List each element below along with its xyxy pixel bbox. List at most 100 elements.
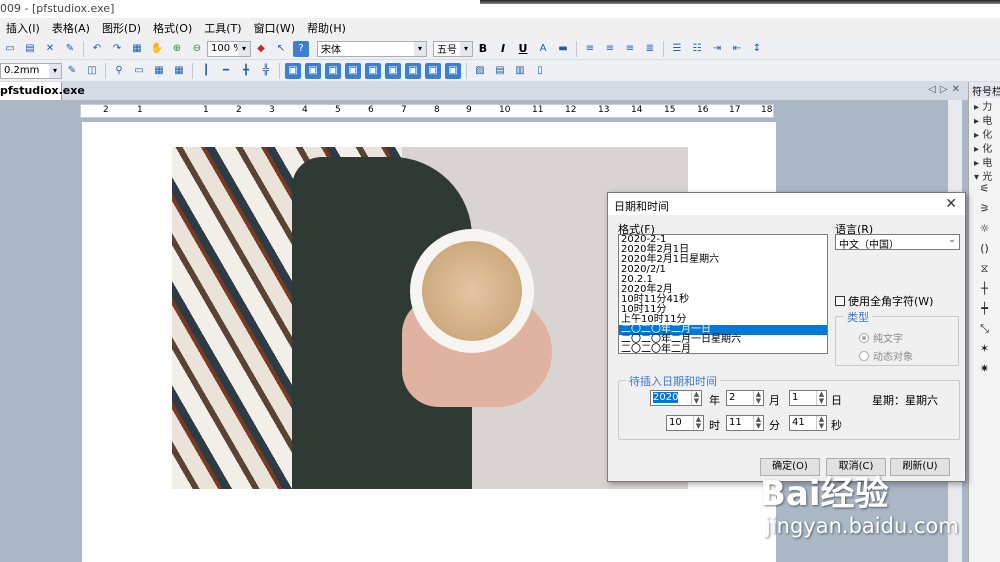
help-icon[interactable]: ? <box>293 40 309 57</box>
symbol-cross-icon[interactable]: ┼ <box>969 282 1000 302</box>
lock-shape-icon[interactable]: ▣ <box>425 62 441 79</box>
symbol-light-icon[interactable]: ⚟ <box>969 182 1000 202</box>
font-size-select[interactable]: 五号 ▾ <box>433 40 473 57</box>
grid-icon[interactable]: ▦ <box>151 63 167 79</box>
radio-dot[interactable] <box>859 350 869 361</box>
minute-spinner[interactable]: 11 ▲ ▼ <box>726 415 764 431</box>
back-shape-icon[interactable]: ▣ <box>385 62 401 79</box>
format-list[interactable]: 2020-2-1 2020年2月1日 2020年2月1日星期六 2020/2/1… <box>618 234 828 354</box>
pen-color-icon[interactable]: ✎ <box>64 63 80 79</box>
justify-icon[interactable]: ≣ <box>642 41 658 57</box>
front-shape-icon[interactable]: ▣ <box>365 62 381 79</box>
refresh-button[interactable]: 刷新(U) <box>890 458 950 476</box>
day-spinner[interactable]: 1 ▲ ▼ <box>789 390 827 406</box>
zoom-select[interactable]: 100 % ▾ <box>207 40 251 57</box>
underline-button[interactable]: U <box>515 42 531 55</box>
symbol-category[interactable]: ▸ 化 <box>969 140 1000 154</box>
menu-item-insert[interactable]: 插入(I) <box>0 20 46 36</box>
align-center-icon[interactable]: ≡ <box>602 41 618 57</box>
spinner-arrows-icon[interactable]: ▲ ▼ <box>816 416 826 430</box>
table-col-icon[interactable]: ┃ <box>198 63 214 79</box>
highlight-icon[interactable]: ▬ <box>555 41 571 57</box>
indent-icon[interactable]: ⇥ <box>709 41 725 57</box>
close-icon[interactable]: ✕ <box>945 196 957 212</box>
spinner-arrows-icon[interactable]: ▲ ▼ <box>753 416 763 430</box>
undo-icon[interactable]: ↶ <box>89 41 105 57</box>
symbol-lens-icon[interactable]: () <box>969 242 1000 262</box>
month-spinner[interactable]: 2 ▲ ▼ <box>726 390 764 406</box>
spinner-arrows-icon[interactable]: ▲ ▼ <box>693 416 703 430</box>
column-icon[interactable]: ▥ <box>512 63 528 79</box>
spinner-arrows-icon[interactable]: ▲ ▼ <box>691 391 701 405</box>
page-icon[interactable]: ▯ <box>532 63 548 79</box>
checkbox-box[interactable] <box>835 296 845 306</box>
menu-item-window[interactable]: 窗口(W) <box>248 20 301 36</box>
fill-icon[interactable]: ◫ <box>84 63 100 79</box>
spinner-arrows-icon[interactable]: ▲ ▼ <box>816 391 826 405</box>
symbol-diagonal-icon[interactable]: ⤡ <box>969 322 1000 342</box>
symbol-sun-icon[interactable]: ☼ <box>969 222 1000 242</box>
italic-button[interactable]: I <box>495 42 511 55</box>
numbering-icon[interactable]: ☷ <box>689 41 705 57</box>
paint-bucket-icon[interactable]: ⚲ <box>111 63 127 79</box>
layout-icon[interactable]: ▤ <box>492 63 508 79</box>
bullets-icon[interactable]: ☰ <box>669 41 685 57</box>
select-icon[interactable]: ▦ <box>129 41 145 57</box>
language-select[interactable]: 中文（中国） ⌄ <box>835 234 960 251</box>
pointer-icon[interactable]: ↖ <box>273 41 289 57</box>
symbol-category[interactable]: ▾ 光 <box>969 168 1000 182</box>
flip-shape-icon[interactable]: ▣ <box>345 62 361 79</box>
symbol-category[interactable]: ▸ 力 <box>969 98 1000 112</box>
year-spinner[interactable]: 2020 ▲ ▼ <box>650 390 702 406</box>
table-row-icon[interactable]: ━ <box>218 63 234 79</box>
tab-nav-icon[interactable]: ◁▷✕ <box>928 84 964 95</box>
align-left-icon[interactable]: ≡ <box>582 41 598 57</box>
symbol-category[interactable]: ▸ 电 <box>969 112 1000 126</box>
menu-item-table[interactable]: 表格(A) <box>46 20 96 36</box>
menu-item-format[interactable]: 格式(O) <box>147 20 198 36</box>
menu-item-help[interactable]: 帮助(H) <box>301 20 352 36</box>
symbol-spark-icon[interactable]: ✷ <box>969 362 1000 382</box>
hand-icon[interactable]: ✋ <box>149 41 165 57</box>
spinner-arrows-icon[interactable]: ▲ ▼ <box>753 391 763 405</box>
frame-icon[interactable]: ▭ <box>131 63 147 79</box>
rotate-shape-icon[interactable]: ▣ <box>325 62 341 79</box>
outdent-icon[interactable]: ⇤ <box>729 41 745 57</box>
font-select[interactable]: 宋体 ▾ <box>317 40 427 57</box>
paste-icon[interactable]: ▤ <box>22 41 38 57</box>
insert-image-icon[interactable]: ◆ <box>253 41 269 57</box>
wrap-shape-icon[interactable]: ▣ <box>405 62 421 79</box>
symbol-axis-icon[interactable]: ┿ <box>969 302 1000 322</box>
zoom-out-icon[interactable]: ⊖ <box>189 41 205 57</box>
document-tab[interactable]: pfstudiox.exe <box>0 82 85 100</box>
delete-icon[interactable]: ✕ <box>42 41 58 57</box>
group-shape-icon[interactable]: ▣ <box>305 62 321 79</box>
symbol-category[interactable]: ▸ 化 <box>969 126 1000 140</box>
size-shape-icon[interactable]: ▣ <box>445 62 461 79</box>
zoom-in-icon[interactable]: ⊕ <box>169 41 185 57</box>
fullwidth-checkbox[interactable]: 使用全角字符(W) <box>835 293 933 309</box>
symbol-star-icon[interactable]: ✶ <box>969 342 1000 362</box>
type-dynamic-radio[interactable]: 动态对象 <box>859 348 913 363</box>
bold-button[interactable]: B <box>475 42 491 55</box>
hour-spinner[interactable]: 10 ▲ ▼ <box>666 415 704 431</box>
type-plain-radio[interactable]: 纯文字 <box>859 330 903 345</box>
picture-icon[interactable]: ▨ <box>472 63 488 79</box>
open-icon[interactable]: ▭ <box>2 41 18 57</box>
menu-item-graphics[interactable]: 图形(D) <box>96 20 147 36</box>
symbol-hourglass-icon[interactable]: ⧖ <box>969 262 1000 282</box>
align-right-icon[interactable]: ≡ <box>622 41 638 57</box>
split-icon[interactable]: ╬ <box>258 63 274 79</box>
format-brush-icon[interactable]: ✎ <box>62 41 78 57</box>
align-shape-icon[interactable]: ▣ <box>285 62 301 79</box>
format-option[interactable]: 二〇二〇年二月 <box>619 345 827 354</box>
radio-dot[interactable] <box>859 332 869 343</box>
line-width-select[interactable]: 0.2mm ▾ <box>0 62 62 79</box>
symbol-ray-icon[interactable]: ⚞ <box>969 202 1000 222</box>
menu-item-tools[interactable]: 工具(T) <box>198 20 247 36</box>
symbol-category[interactable]: ▸ 电 <box>969 154 1000 168</box>
merge-icon[interactable]: ╋ <box>238 63 254 79</box>
second-spinner[interactable]: 41 ▲ ▼ <box>789 415 827 431</box>
line-spacing-icon[interactable]: ↕ <box>749 41 765 57</box>
redo-icon[interactable]: ↷ <box>109 41 125 57</box>
